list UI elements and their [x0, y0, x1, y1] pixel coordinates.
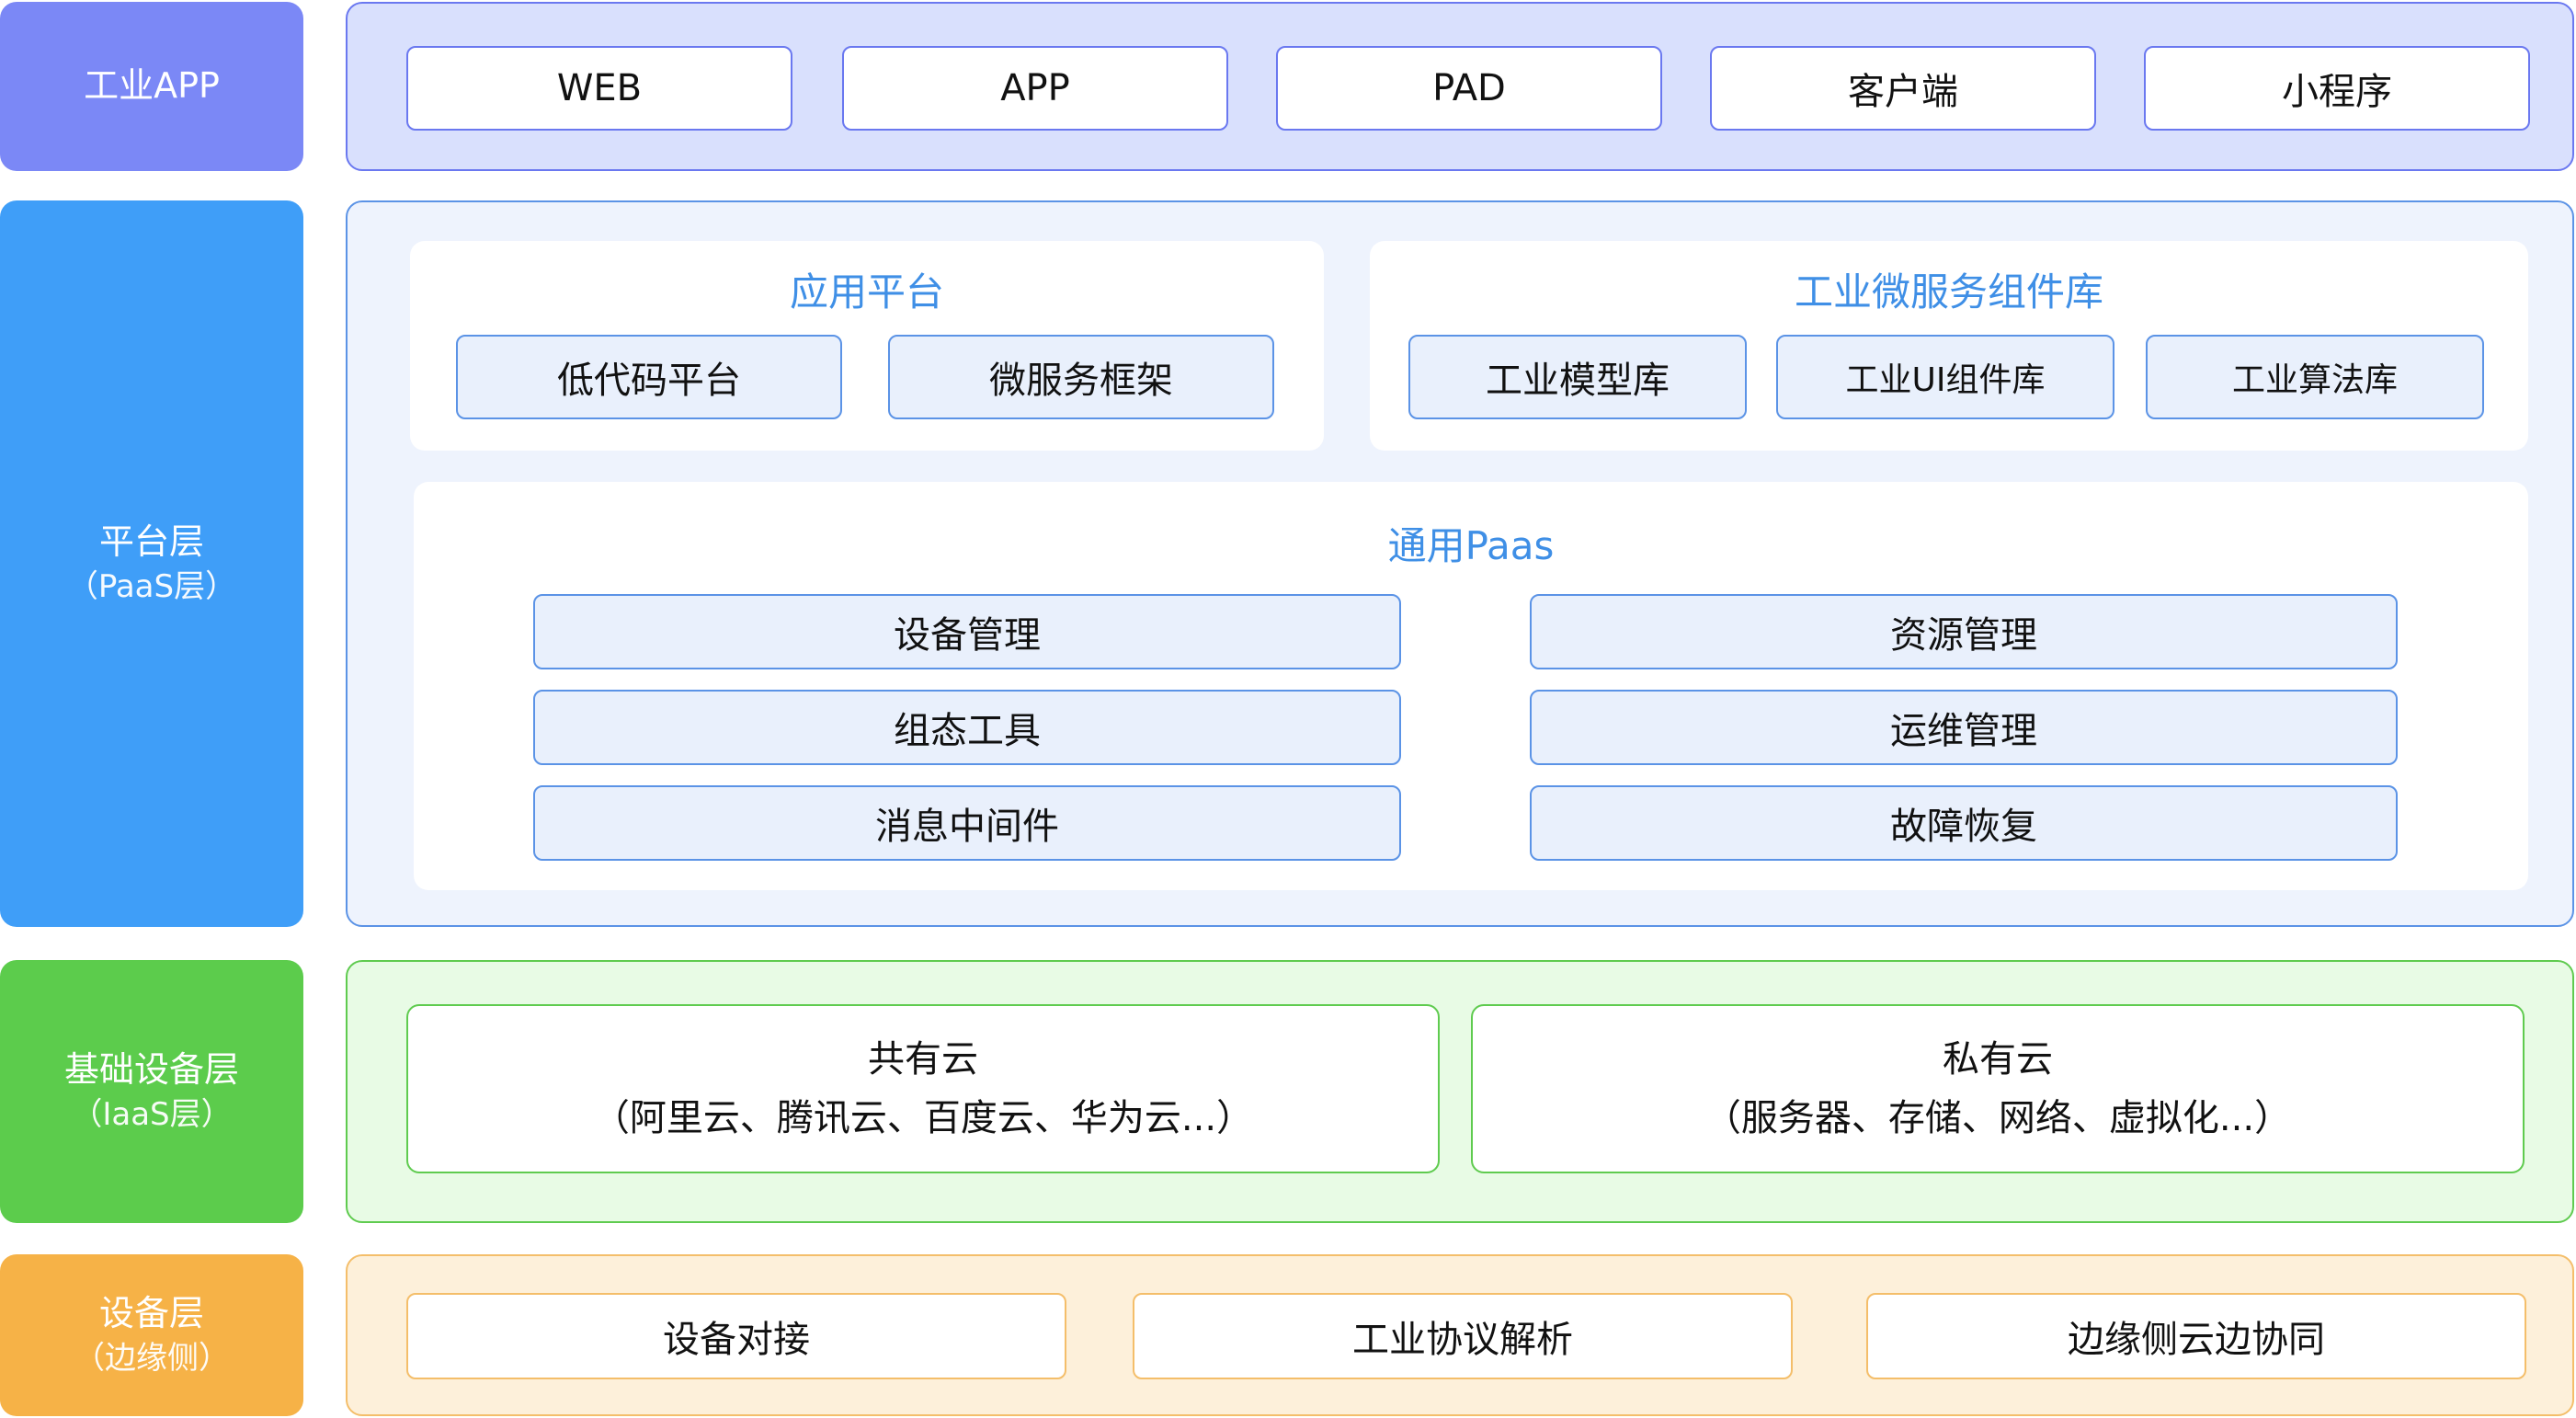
private-cloud-title: 私有云 — [1943, 1038, 2053, 1081]
low-code-platform-box: 低代码平台 — [456, 335, 842, 419]
iaas-layer-subtitle: （IaaS层） — [71, 1095, 233, 1133]
private-cloud-detail: （服务器、存储、网络、虚拟化...） — [1704, 1097, 2292, 1139]
app-item-pad: PAD — [1276, 46, 1662, 131]
industrial-algorithm-lib-box: 工业算法库 — [2146, 335, 2484, 419]
device-integration-box: 设备对接 — [406, 1293, 1066, 1379]
device-management-box: 设备管理 — [533, 594, 1401, 669]
microservice-lib-section: 工业微服务组件库 工业模型库 工业UI组件库 工业算法库 — [1370, 241, 2528, 451]
general-paas-title: 通用Paas — [1387, 523, 1555, 568]
app-item-app: APP — [842, 46, 1228, 131]
app-platform-section: 应用平台 低代码平台 微服务框架 — [410, 241, 1324, 451]
microservice-lib-title: 工业微服务组件库 — [1794, 269, 2103, 314]
paas-layer-panel: 应用平台 低代码平台 微服务框架 工业微服务组件库 工业模型库 工业UI组件库 … — [346, 200, 2574, 927]
iaas-layer-panel: 共有云 （阿里云、腾讯云、百度云、华为云...） 私有云 （服务器、存储、网络、… — [346, 960, 2574, 1223]
paas-layer-title: 平台层 — [98, 521, 204, 563]
paas-layer-subtitle: （PaaS层） — [66, 567, 237, 605]
protocol-parsing-box: 工业协议解析 — [1133, 1293, 1793, 1379]
device-layer-title: 设备层 — [98, 1293, 204, 1334]
general-paas-section: 通用Paas 设备管理 组态工具 消息中间件 资源管理 运维管理 故障恢复 — [414, 482, 2528, 890]
industrial-ui-lib-box: 工业UI组件库 — [1776, 335, 2114, 419]
iaas-layer-label: 基础设备层 （IaaS层） — [0, 960, 303, 1223]
device-layer-label: 设备层 （边缘侧） — [0, 1254, 303, 1416]
paas-layer-label: 平台层 （PaaS层） — [0, 200, 303, 927]
device-layer-subtitle: （边缘侧） — [74, 1339, 230, 1377]
app-item-web: WEB — [406, 46, 792, 131]
edge-cloud-collab-box: 边缘侧云边协同 — [1866, 1293, 2526, 1379]
app-platform-title: 应用平台 — [789, 269, 944, 314]
public-cloud-detail: （阿里云、腾讯云、百度云、华为云...） — [592, 1097, 1254, 1139]
configuration-tool-box: 组态工具 — [533, 690, 1401, 765]
public-cloud-box: 共有云 （阿里云、腾讯云、百度云、华为云...） — [406, 1004, 1440, 1173]
app-layer-title: 工业APP — [84, 65, 220, 107]
app-layer-panel: WEB APP PAD 客户端 小程序 — [346, 2, 2574, 171]
fault-recovery-box: 故障恢复 — [1530, 785, 2398, 861]
industrial-model-lib-box: 工业模型库 — [1408, 335, 1747, 419]
operations-management-box: 运维管理 — [1530, 690, 2398, 765]
microservice-framework-box: 微服务框架 — [888, 335, 1274, 419]
message-middleware-box: 消息中间件 — [533, 785, 1401, 861]
app-item-client: 客户端 — [1710, 46, 2096, 131]
public-cloud-title: 共有云 — [868, 1038, 978, 1081]
iaas-layer-title: 基础设备层 — [63, 1049, 239, 1091]
resource-management-box: 资源管理 — [1530, 594, 2398, 669]
private-cloud-box: 私有云 （服务器、存储、网络、虚拟化...） — [1471, 1004, 2525, 1173]
app-item-miniprogram: 小程序 — [2144, 46, 2530, 131]
app-layer-label: 工业APP — [0, 2, 303, 171]
device-layer-panel: 设备对接 工业协议解析 边缘侧云边协同 — [346, 1254, 2574, 1416]
